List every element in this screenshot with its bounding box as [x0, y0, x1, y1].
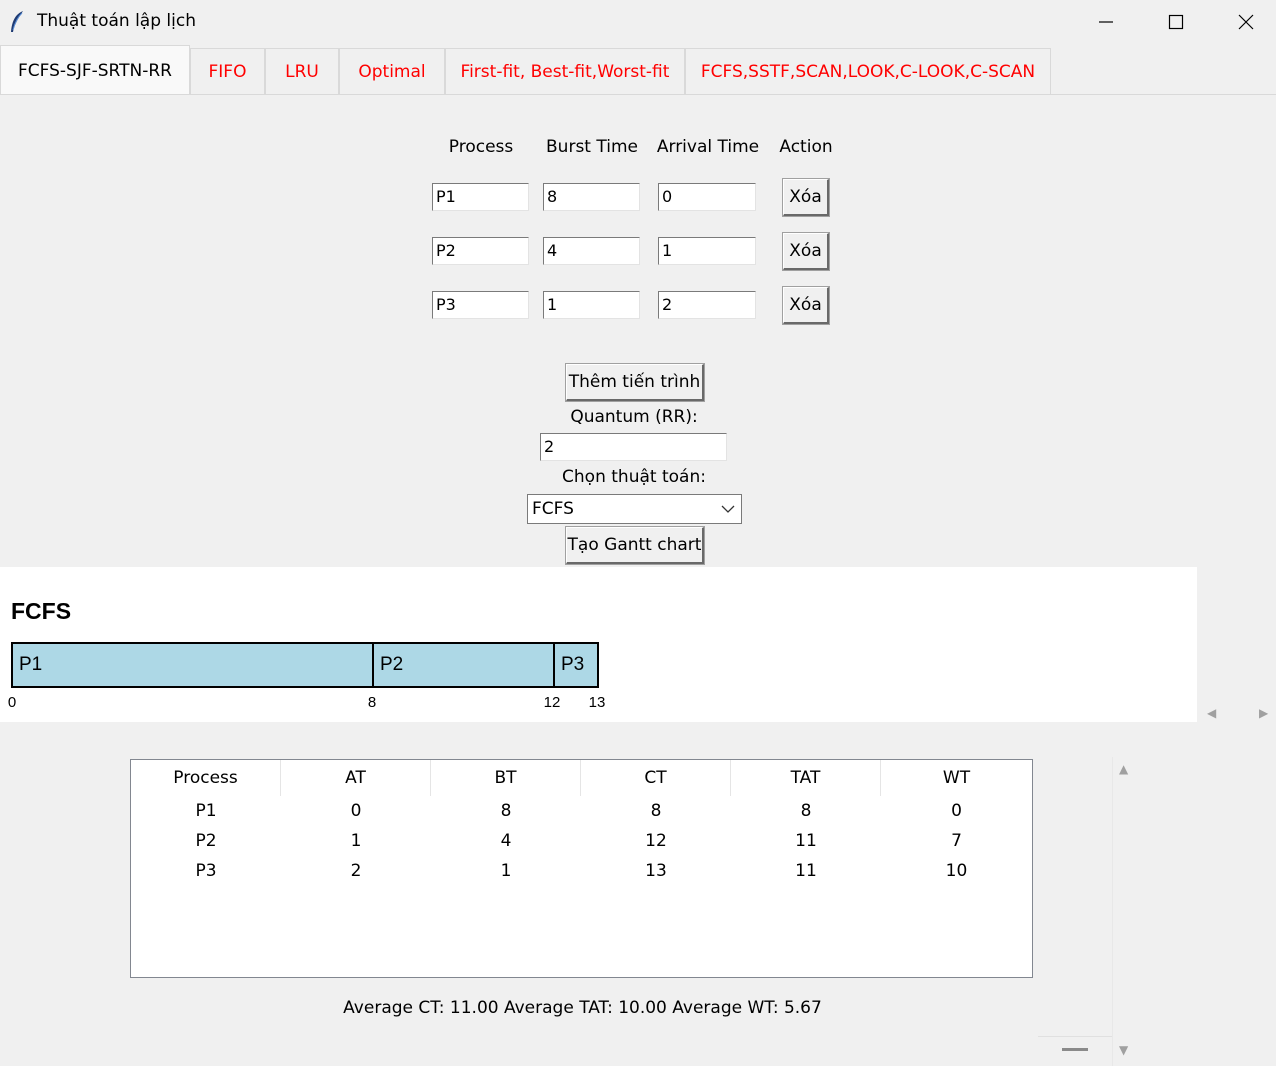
column-header-process[interactable]: Process	[131, 760, 281, 796]
minimize-icon	[1099, 21, 1113, 23]
tab-fifo[interactable]: FIFO	[190, 48, 265, 94]
minimize-button[interactable]	[1071, 0, 1141, 44]
burst-time-input[interactable]: 8	[543, 183, 640, 211]
tab-scheduling[interactable]: FCFS-SJF-SRTN-RR	[0, 45, 190, 95]
burst-time-input[interactable]: 4	[543, 237, 640, 265]
header-action: Action	[779, 137, 833, 157]
tab-lru[interactable]: LRU	[265, 48, 339, 94]
title-bar: Thuật toán lập lịch	[0, 0, 1276, 44]
gantt-tick-label: 12	[543, 694, 561, 711]
table-cell: 8	[800, 801, 812, 821]
gantt-tick-label: 13	[588, 694, 606, 711]
table-cell: P2	[195, 831, 217, 851]
header-burst-time: Burst Time	[546, 137, 638, 157]
gantt-tick-label: 8	[367, 694, 377, 711]
arrival-time-input[interactable]: 2	[658, 291, 756, 319]
scroll-up-icon[interactable]: ▲	[1119, 762, 1128, 776]
arrival-time-input[interactable]: 0	[658, 183, 756, 211]
divider	[1038, 1036, 1112, 1037]
scroll-left-icon[interactable]: ◀	[1207, 706, 1216, 720]
create-gantt-button[interactable]: Tạo Gantt chart	[565, 526, 705, 565]
gantt-tick-label: 0	[7, 694, 17, 711]
gantt-segment: P2	[372, 642, 553, 688]
table-cell: 12	[645, 831, 667, 851]
column-header-bt[interactable]: BT	[431, 760, 581, 796]
delete-row-button[interactable]: Xóa	[782, 286, 830, 325]
quantum-input[interactable]: 2	[540, 433, 727, 461]
maximize-icon	[1168, 14, 1184, 30]
column-header-at[interactable]: AT	[281, 760, 431, 796]
delete-row-button[interactable]: Xóa	[782, 232, 830, 271]
tab-disk-scheduling[interactable]: FCFS,SSTF,SCAN,LOOK,C-LOOK,C-SCAN	[685, 48, 1051, 94]
close-icon	[1238, 14, 1254, 30]
table-cell: 11	[795, 831, 817, 851]
table-cell: 0	[350, 801, 362, 821]
header-process: Process	[448, 137, 514, 157]
averages-label: Average CT: 11.00 Average TAT: 10.00 Ave…	[343, 998, 822, 1018]
table-cell: 7	[951, 831, 962, 851]
header-arrival-time: Arrival Time	[656, 137, 760, 157]
table-cell: 8	[650, 801, 662, 821]
algorithm-label: Chọn thuật toán:	[562, 467, 706, 487]
close-button[interactable]	[1211, 0, 1276, 44]
table-cell: 0	[951, 801, 962, 821]
table-cell: P3	[195, 861, 217, 881]
delete-row-button[interactable]: Xóa	[782, 178, 830, 217]
algorithm-selected-value: FCFS	[532, 499, 574, 519]
tab-memory-fit[interactable]: First-fit, Best-fit,Worst-fit	[445, 48, 685, 94]
process-name-input[interactable]: P2	[432, 237, 529, 265]
column-header-tat[interactable]: TAT	[731, 760, 881, 796]
gantt-title: FCFS	[11, 598, 72, 624]
scrollbar-track[interactable]	[1112, 757, 1113, 1066]
gantt-segment: P3	[553, 642, 599, 688]
chevron-down-icon	[721, 505, 735, 513]
feather-icon	[11, 11, 23, 32]
table-cell: 10	[945, 861, 968, 881]
gantt-segment: P1	[11, 642, 372, 688]
process-name-input[interactable]: P3	[432, 291, 529, 319]
scroll-down-icon[interactable]: ▼	[1119, 1043, 1128, 1057]
table-cell: P1	[195, 801, 217, 821]
table-cell: 1	[350, 831, 362, 851]
arrival-time-input[interactable]: 1	[658, 237, 756, 265]
process-name-input[interactable]: P1	[432, 183, 529, 211]
algorithm-select[interactable]: FCFS	[527, 494, 742, 524]
burst-time-input[interactable]: 1	[543, 291, 640, 319]
tab-divider	[0, 94, 1276, 95]
maximize-button[interactable]	[1141, 0, 1211, 44]
scroll-right-icon[interactable]: ▶	[1259, 706, 1268, 720]
quantum-label: Quantum (RR):	[570, 407, 698, 427]
size-grip-icon[interactable]	[1062, 1048, 1088, 1051]
tab-optimal[interactable]: Optimal	[339, 48, 445, 94]
window-title: Thuật toán lập lịch	[37, 11, 196, 31]
table-cell: 4	[500, 831, 512, 851]
table-cell: 8	[500, 801, 512, 821]
table-cell: 2	[350, 861, 362, 881]
add-process-button[interactable]: Thêm tiến trình	[565, 363, 705, 402]
table-cell: 11	[795, 861, 817, 881]
table-cell: 1	[500, 861, 512, 881]
results-table: Process AT BT CT TAT WT P1 0 8 8 8 0 P2 …	[130, 759, 1033, 978]
table-cell: 13	[645, 861, 667, 881]
column-header-wt[interactable]: WT	[881, 760, 1032, 796]
column-header-ct[interactable]: CT	[581, 760, 731, 796]
